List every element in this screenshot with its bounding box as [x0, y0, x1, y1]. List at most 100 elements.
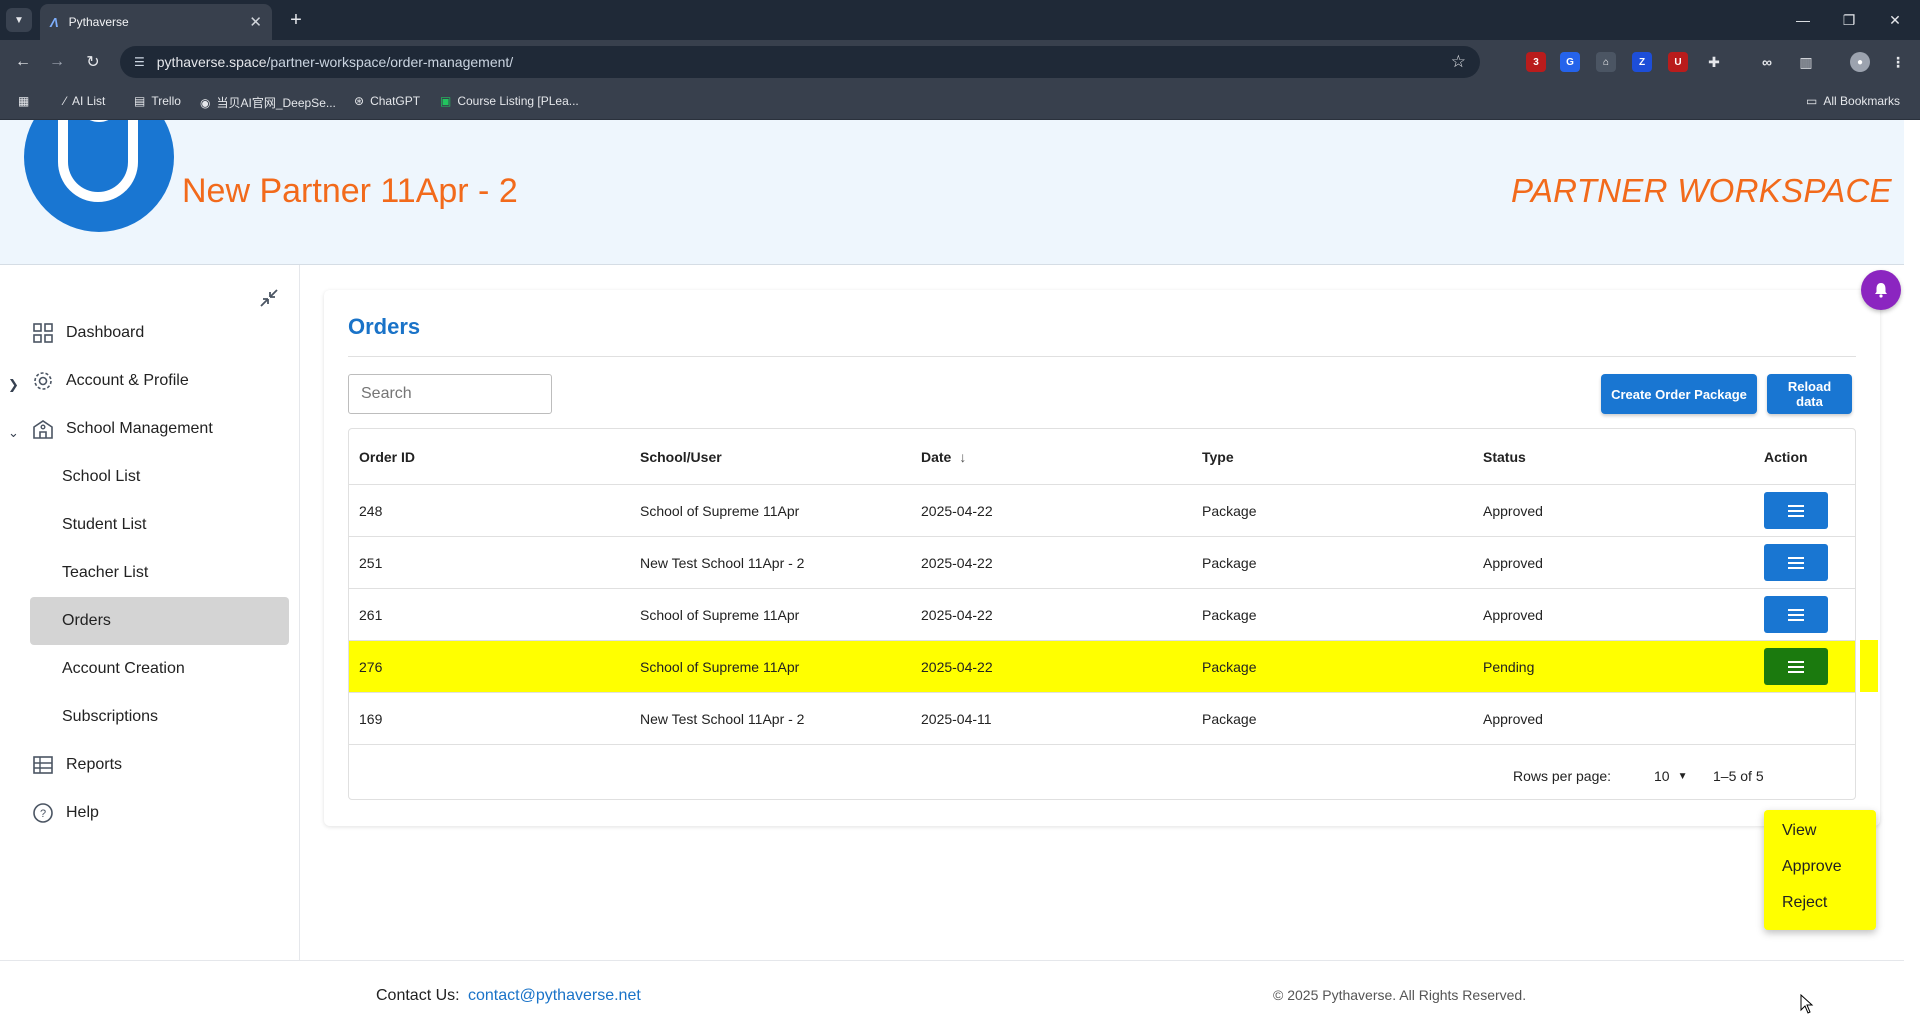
apps-grid-icon[interactable]: ▦ [18, 94, 29, 108]
sidebar-item-subscriptions[interactable]: Subscriptions [30, 693, 289, 741]
bookmark-trello[interactable]: ▤ Trello [134, 94, 181, 108]
rows-per-page-select[interactable]: 10 ▼ [1654, 751, 1687, 801]
table-row[interactable]: 261 School of Supreme 11Apr 2025-04-22 P… [349, 589, 1855, 641]
site-info-icon[interactable]: ☰ [134, 55, 145, 69]
create-order-package-button[interactable]: Create Order Package [1601, 374, 1757, 414]
bookmark-course-listing[interactable]: ▣ Course Listing [PLea... [440, 94, 579, 108]
sidebar-label-help: Help [66, 804, 99, 821]
sidebar-item-teacher-list[interactable]: Teacher List [30, 549, 289, 597]
sidebar-item-reports[interactable]: Reports [30, 741, 289, 789]
table-row[interactable]: 248 School of Supreme 11Apr 2025-04-22 P… [349, 485, 1855, 537]
row-action-menu-button[interactable] [1764, 492, 1828, 529]
ublock-extension-icon[interactable]: U [1668, 52, 1688, 72]
link-icon[interactable]: ∞ [1757, 52, 1777, 72]
sidebar-item-school-list[interactable]: School List [30, 453, 289, 501]
search-input[interactable] [348, 374, 552, 414]
browser-tab[interactable]: Λ Pythaverse ✕ [40, 4, 272, 40]
divider [348, 356, 1856, 357]
menu-icon [1788, 504, 1804, 517]
workspace-label: PARTNER WORKSPACE [1511, 172, 1892, 209]
collapse-sidebar-icon[interactable] [256, 285, 282, 311]
row-action-menu-button[interactable] [1764, 544, 1828, 581]
sort-arrow-down-icon[interactable]: ↓ [959, 449, 966, 465]
table-header-row: Order ID School/User Date ↓ Type Status A… [349, 429, 1855, 485]
browser-menu-icon[interactable]: ⋮ [1888, 52, 1908, 72]
reload-data-button[interactable]: Reload data [1767, 374, 1852, 414]
notification-bell-icon[interactable] [1861, 270, 1901, 310]
new-tab-button[interactable]: + [284, 8, 308, 32]
side-panel-icon[interactable]: ▥ [1796, 52, 1816, 72]
cell-school: New Test School 11Apr - 2 [640, 710, 805, 727]
menu-item-view[interactable]: View [1782, 822, 1816, 840]
chevron-right-icon[interactable]: ❯ [8, 377, 24, 393]
minimize-button[interactable]: — [1786, 6, 1820, 34]
pythaverse-favicon-icon: Λ [50, 14, 59, 30]
cell-type: Package [1202, 606, 1257, 623]
cell-order-id: 169 [359, 710, 383, 727]
sidebar-item-dashboard[interactable]: Dashboard [30, 309, 289, 357]
row-action-menu-button-active[interactable] [1764, 648, 1828, 685]
translate-extension-icon[interactable]: G [1560, 52, 1580, 72]
url-path: /partner-workspace/order-management/ [266, 54, 514, 70]
cell-status: Pending [1483, 658, 1535, 675]
menu-icon [1788, 556, 1804, 569]
sidebar-item-account-creation[interactable]: Account Creation [30, 645, 289, 693]
cell-type: Package [1202, 554, 1257, 571]
sidebar-item-student-list[interactable]: Student List [30, 501, 289, 549]
cell-date: 2025-04-22 [921, 606, 993, 623]
column-header-action: Action [1764, 448, 1808, 465]
tab-search-button[interactable]: ▼ [6, 8, 32, 32]
sidebar-item-school-management[interactable]: School Management [30, 405, 289, 453]
cell-date: 2025-04-22 [921, 554, 993, 571]
menu-icon [1788, 608, 1804, 621]
restore-button[interactable]: ❐ [1832, 6, 1866, 34]
sidebar-item-orders[interactable]: Orders [30, 597, 289, 645]
help-circle-icon: ? [30, 800, 56, 826]
bookmark-dangbei[interactable]: ◉ 当贝AI官网_DeepSe... [200, 94, 336, 111]
cell-order-id: 248 [359, 502, 383, 519]
reload-icon[interactable]: ↻ [80, 50, 106, 74]
bookmark-star-icon[interactable]: ☆ [1451, 52, 1466, 72]
table-row[interactable]: 169 New Test School 11Apr - 2 2025-04-11… [349, 693, 1855, 745]
ai-list-icon: ⁄ [64, 94, 67, 108]
window-close-button[interactable]: ✕ [1878, 6, 1912, 34]
forward-icon[interactable]: → [44, 50, 70, 74]
url-host: pythaverse.space [156, 54, 267, 70]
address-bar[interactable]: ☰ pythaverse.space/partner-workspace/ord… [120, 46, 1480, 78]
menu-item-reject[interactable]: Reject [1782, 894, 1827, 912]
column-header-school-user[interactable]: School/User [640, 429, 722, 484]
chevron-down-icon[interactable]: ⌄ [8, 425, 24, 441]
zip-extension-icon[interactable]: Z [1632, 52, 1652, 72]
sidebar-item-help[interactable]: ? Help [30, 789, 289, 837]
profile-avatar[interactable]: ● [1850, 52, 1870, 72]
table-row[interactable]: 251 New Test School 11Apr - 2 2025-04-22… [349, 537, 1855, 589]
cell-date: 2025-04-22 [921, 502, 993, 519]
sidebar: Dashboard ❯ Account & Profile ⌄ School M… [0, 265, 300, 960]
extensions-puzzle-icon[interactable]: ✚ [1704, 52, 1724, 72]
bookmark-chatgpt[interactable]: ⊛ ChatGPT [354, 94, 420, 108]
bookmarks-bar: ▦ ⁄ AI List ▤ Trello ◉ 当贝AI官网_DeepSe... ⊛ Ch… [0, 84, 1920, 120]
column-header-order-id[interactable]: Order ID [359, 429, 415, 484]
cell-status: Approved [1483, 502, 1543, 519]
column-header-type[interactable]: Type [1202, 429, 1234, 484]
close-tab-icon[interactable]: ✕ [249, 13, 262, 31]
contact-email-link[interactable]: contact@pythaverse.net [468, 987, 641, 1005]
cell-date: 2025-04-11 [921, 710, 992, 727]
column-header-date[interactable]: Date ↓ [921, 429, 966, 484]
row-action-menu-button[interactable] [1764, 596, 1828, 633]
menu-item-approve[interactable]: Approve [1782, 858, 1842, 876]
orders-table: Order ID School/User Date ↓ Type Status A… [348, 428, 1856, 800]
column-header-status[interactable]: Status [1483, 429, 1526, 484]
all-bookmarks[interactable]: ▭ All Bookmarks [1806, 94, 1900, 108]
dashboard-grid-icon [30, 320, 56, 346]
page-title: Orders [348, 314, 421, 339]
back-icon[interactable]: ← [10, 50, 36, 74]
sidebar-item-account-profile[interactable]: Account & Profile [30, 357, 289, 405]
table-row-highlighted[interactable]: 276 School of Supreme 11Apr 2025-04-22 P… [349, 641, 1855, 693]
extension-red-icon[interactable]: 3 [1526, 52, 1546, 72]
bookmark-ai-list[interactable]: ⁄ AI List [64, 94, 105, 108]
cell-school: School of Supreme 11Apr [640, 658, 800, 675]
cell-type: Package [1202, 658, 1257, 675]
extension-off-icon[interactable]: ⌂ [1596, 52, 1616, 72]
orders-card: Orders Create Order Package Reload data … [324, 290, 1880, 826]
